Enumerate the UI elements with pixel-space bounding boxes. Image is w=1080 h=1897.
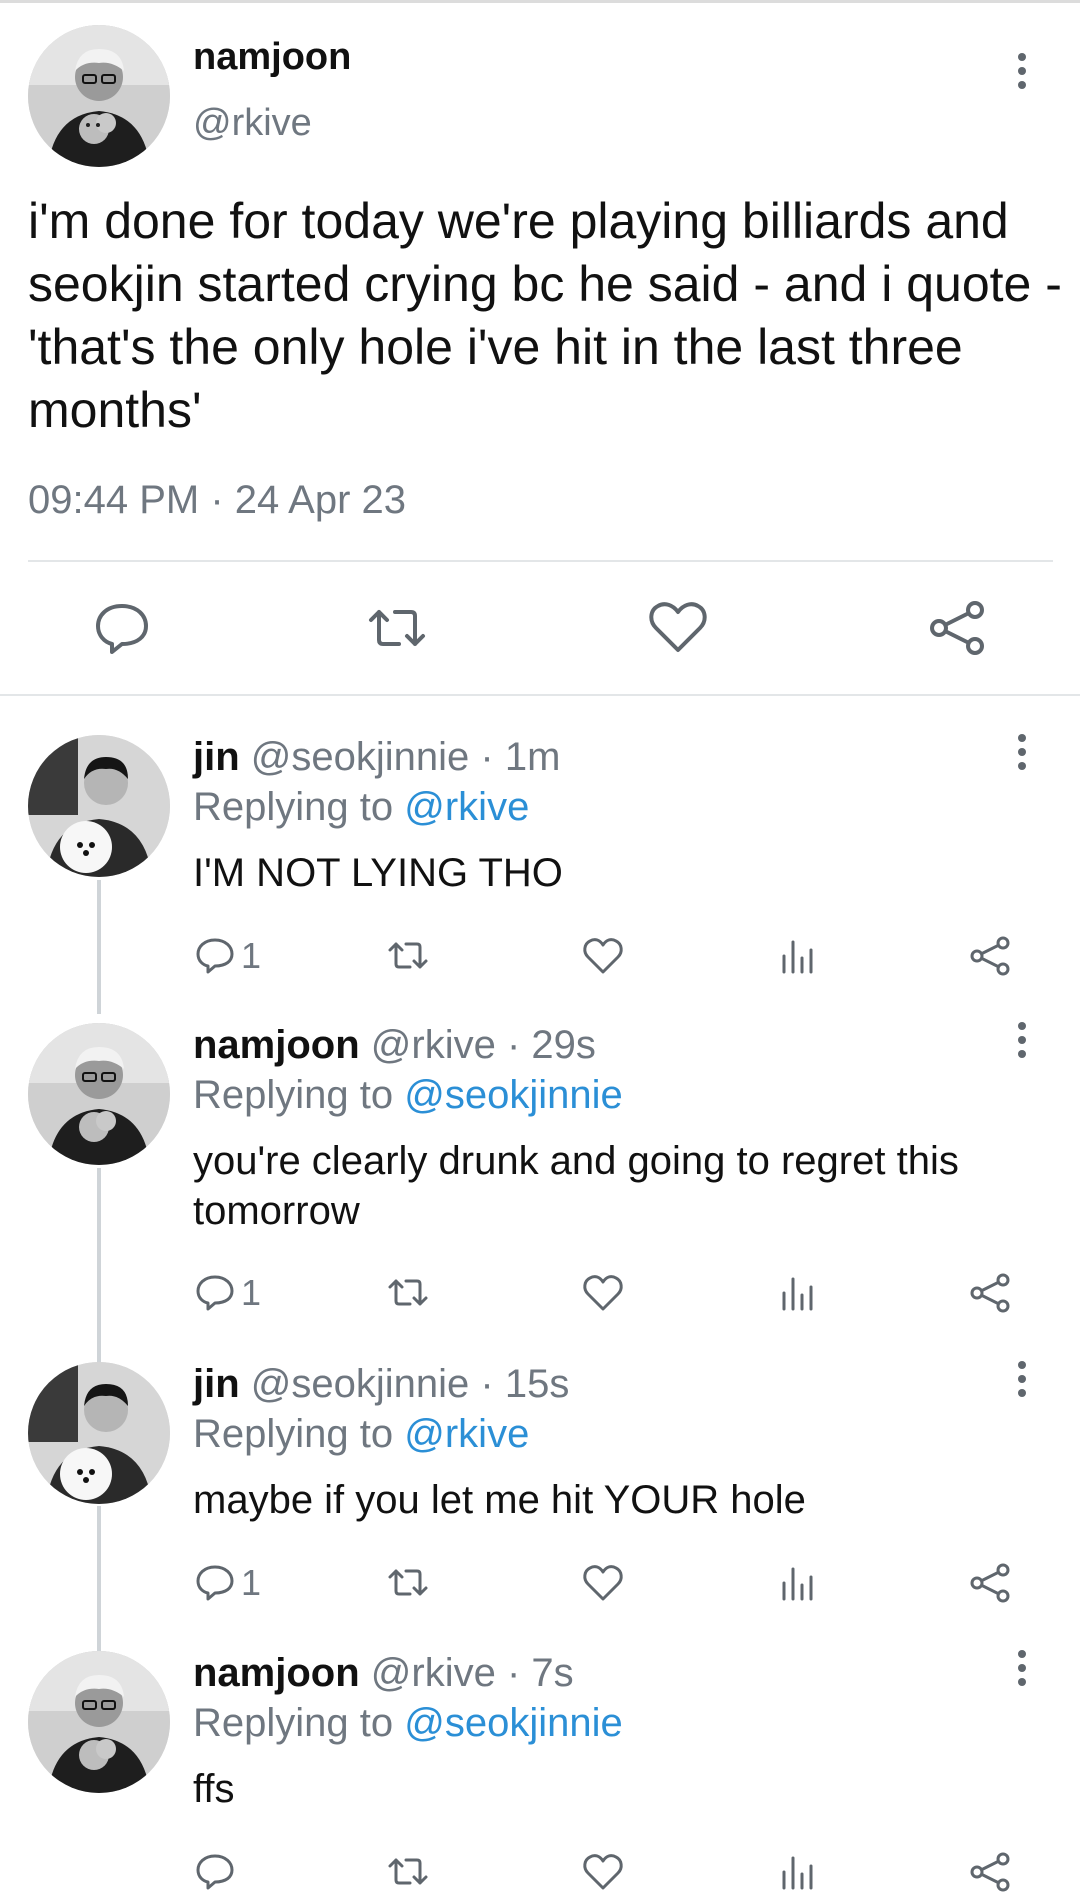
like-icon[interactable] (581, 1847, 625, 1897)
main-tweet: namjoon @rkive i'm done for today we're … (0, 0, 1080, 696)
replying-to: Replying to @rkive (193, 1412, 529, 1457)
reply-count: 1 (241, 1562, 262, 1603)
replying-to: Replying to @seokjinnie (193, 1073, 623, 1118)
reply-text: ffs (193, 1767, 235, 1811)
avatar[interactable] (28, 1651, 170, 1793)
like-icon[interactable] (581, 1558, 625, 1608)
avatar[interactable] (28, 25, 170, 167)
reply-tweet[interactable]: namjoon @rkive · 7s Replying to @seokjin… (0, 1650, 1080, 1892)
reply-action-bar: 1 (0, 1268, 1080, 1318)
analytics-icon[interactable] (776, 1847, 820, 1897)
more-options-icon[interactable] (1007, 1017, 1037, 1063)
retweet-icon[interactable] (386, 1268, 430, 1318)
analytics-icon[interactable] (776, 1268, 820, 1318)
reply-author-name[interactable]: namjoon (193, 1023, 360, 1067)
share-icon[interactable] (968, 1558, 1012, 1608)
replying-prefix: Replying to (193, 1701, 394, 1745)
reply-header: jin @seokjinnie · 1m (193, 735, 560, 780)
reply-icon (196, 1565, 234, 1601)
reply-button[interactable]: 1 (193, 931, 261, 981)
tweet-timestamp: 09:44 PM · 24 Apr 23 (28, 478, 407, 522)
reply-author-name[interactable]: jin (193, 735, 240, 779)
reply-icon (196, 1275, 234, 1311)
like-icon[interactable] (581, 1268, 625, 1318)
reply-action-bar: 1 (0, 931, 1080, 981)
more-options-icon[interactable] (1007, 1645, 1037, 1691)
reply-header: namjoon @rkive · 29s (193, 1023, 596, 1068)
reply-tweet[interactable]: jin @seokjinnie · 1m Replying to @rkive … (0, 734, 1080, 995)
author-handle[interactable]: @rkive (193, 102, 312, 145)
reply-button[interactable] (193, 1847, 241, 1897)
reply-meta: @seokjinnie · 15s (250, 1362, 570, 1406)
reply-text: maybe if you let me hit YOUR hole (193, 1478, 806, 1522)
reply-tweet[interactable]: namjoon @rkive · 29s Replying to @seokji… (0, 1022, 1080, 1323)
like-icon[interactable] (646, 596, 710, 660)
reply-author-name[interactable]: jin (193, 1362, 240, 1406)
avatar-jin-icon (28, 1362, 170, 1504)
reply-meta: @rkive · 29s (370, 1023, 596, 1067)
replying-to: Replying to @seokjinnie (193, 1701, 623, 1746)
reply-header: jin @seokjinnie · 15s (193, 1362, 569, 1407)
replying-to: Replying to @rkive (193, 785, 529, 830)
like-icon[interactable] (581, 931, 625, 981)
avatar[interactable] (28, 1023, 170, 1165)
reply-action-bar: 1 (0, 1558, 1080, 1608)
analytics-icon[interactable] (776, 931, 820, 981)
reply-count: 1 (241, 935, 262, 976)
more-options-icon[interactable] (1007, 1356, 1037, 1402)
reply-icon (196, 1854, 234, 1890)
retweet-icon[interactable] (386, 1558, 430, 1608)
replying-prefix: Replying to (193, 785, 394, 829)
reply-text: you're clearly drunk and going to regret… (193, 1139, 959, 1233)
reply-icon[interactable] (90, 596, 154, 660)
divider (0, 694, 1080, 696)
replying-prefix: Replying to (193, 1073, 394, 1117)
share-icon[interactable] (968, 1268, 1012, 1318)
reply-meta: @rkive · 7s (370, 1651, 574, 1695)
reply-text: I'M NOT LYING THO (193, 851, 563, 895)
avatar[interactable] (28, 735, 170, 877)
mention-link[interactable]: @seokjinnie (404, 1701, 623, 1745)
reply-tweet[interactable]: jin @seokjinnie · 15s Replying to @rkive… (0, 1361, 1080, 1622)
share-icon[interactable] (925, 596, 989, 660)
tweet-action-bar (0, 596, 1080, 660)
more-options-icon[interactable] (1007, 729, 1037, 775)
retweet-icon[interactable] (386, 931, 430, 981)
replying-prefix: Replying to (193, 1412, 394, 1456)
retweet-icon[interactable] (386, 1847, 430, 1897)
mention-link[interactable]: @seokjinnie (404, 1073, 623, 1117)
avatar-jin-icon (28, 735, 170, 877)
divider (28, 560, 1053, 562)
reply-button[interactable]: 1 (193, 1558, 261, 1608)
reply-meta: @seokjinnie · 1m (250, 735, 561, 779)
reply-author-name[interactable]: namjoon (193, 1651, 360, 1695)
mention-link[interactable]: @rkive (404, 785, 529, 829)
more-options-icon[interactable] (1007, 48, 1037, 94)
reply-header: namjoon @rkive · 7s (193, 1651, 574, 1696)
avatar-namjoon-icon (28, 25, 170, 167)
reply-icon (196, 938, 234, 974)
avatar-namjoon-icon (28, 1651, 170, 1793)
reply-action-bar (0, 1847, 1080, 1897)
share-icon[interactable] (968, 1847, 1012, 1897)
share-icon[interactable] (968, 931, 1012, 981)
retweet-icon[interactable] (365, 596, 429, 660)
avatar[interactable] (28, 1362, 170, 1504)
author-name[interactable]: namjoon (193, 36, 351, 79)
reply-button[interactable]: 1 (193, 1268, 261, 1318)
avatar-namjoon-icon (28, 1023, 170, 1165)
analytics-icon[interactable] (776, 1558, 820, 1608)
reply-count: 1 (241, 1272, 262, 1313)
tweet-text: i'm done for today we're playing billiar… (28, 193, 1062, 438)
mention-link[interactable]: @rkive (404, 1412, 529, 1456)
